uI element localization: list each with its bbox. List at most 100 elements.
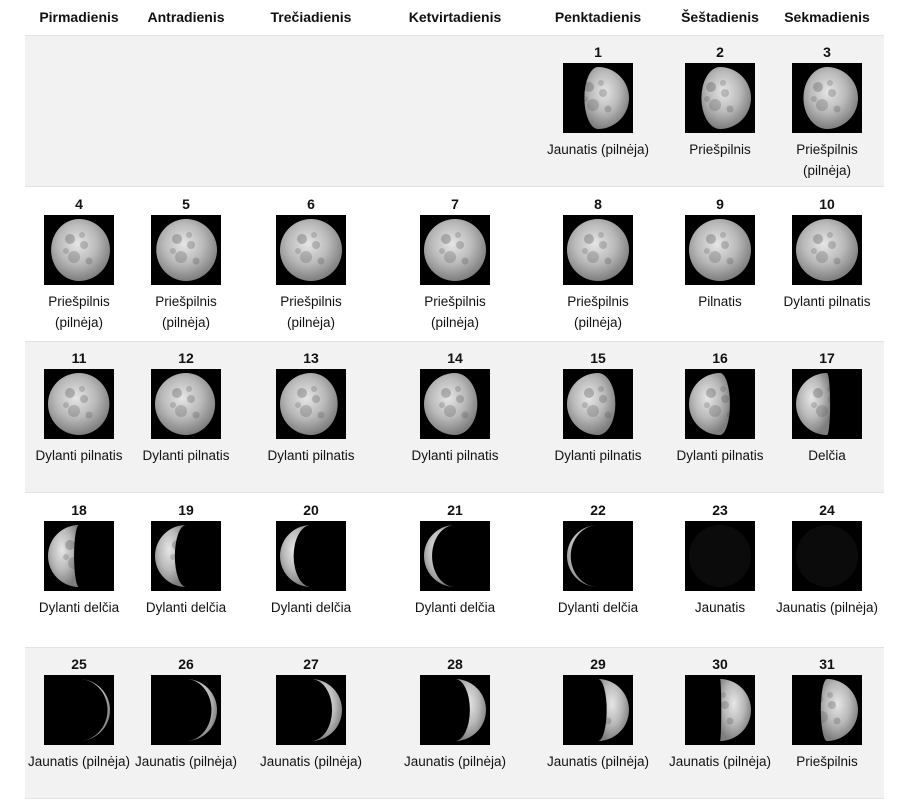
day-cell: 27 Jaunatis (pilnėja) <box>253 648 369 772</box>
day-cell: 2 Priešpilnis <box>662 36 778 160</box>
day-cell: 6 Priešpilnis (pilnėja) <box>253 188 369 333</box>
week-row: 18 Dylanti delčia 19 Dylanti delčia 20 Dylant… <box>25 494 884 646</box>
moon-phase-icon <box>792 521 862 591</box>
phase-label: Dylanti delčia <box>145 600 227 615</box>
phase-label: Dylanti pilnatis <box>676 448 764 463</box>
day-number: 28 <box>447 656 463 672</box>
day-number: 15 <box>590 350 606 366</box>
day-number: 18 <box>71 502 87 518</box>
moon-phase-icon <box>276 675 346 745</box>
day-cell: 24 Jaunatis (pilnėja) <box>769 494 885 618</box>
day-number: 20 <box>303 502 319 518</box>
phase-label: Jaunatis (pilnėja) <box>546 754 650 769</box>
phase-label: Priešpilnis (pilnėja) <box>280 294 342 330</box>
phase-label: Jaunatis (pilnėja) <box>546 142 650 157</box>
moon-phase-icon <box>563 521 633 591</box>
day-cell: 5 Priešpilnis (pilnėja) <box>128 188 244 333</box>
moon-phase-icon <box>792 63 862 133</box>
moon-phase-icon <box>420 521 490 591</box>
phase-label: Dylanti pilnatis <box>554 448 642 463</box>
week-row: 11 Dylanti pilnatis 12 Dylanti pilnatis 13 Dy… <box>25 341 884 493</box>
week-row: 4 Priešpilnis (pilnėja) 5 Priešpilnis (piln… <box>25 188 884 340</box>
day-cell: 25 Jaunatis (pilnėja) <box>21 648 137 772</box>
day-number: 10 <box>819 196 835 212</box>
moon-phase-icon <box>420 215 490 285</box>
moon-phase-icon <box>792 675 862 745</box>
day-cell: 26 Jaunatis (pilnėja) <box>128 648 244 772</box>
phase-label: Jaunatis (pilnėja) <box>27 754 131 769</box>
phase-label: Pilnatis <box>698 294 742 309</box>
moon-phase-icon <box>563 215 633 285</box>
day-cell: 9 Pilnatis <box>662 188 778 312</box>
moon-phase-icon <box>685 63 755 133</box>
weekday-header: Pirmadienis <box>39 9 119 25</box>
day-number: 19 <box>178 502 194 518</box>
day-cell: 3 Priešpilnis (pilnėja) <box>769 36 885 181</box>
day-cell: 19 Dylanti delčia <box>128 494 244 618</box>
moon-phase-icon <box>151 369 221 439</box>
phase-label: Jaunatis (pilnėja) <box>668 754 772 769</box>
day-number: 22 <box>590 502 606 518</box>
moon-phase-icon <box>420 369 490 439</box>
day-number: 3 <box>823 44 831 60</box>
moon-phase-icon <box>151 215 221 285</box>
weekday-header: Trečiadienis <box>270 9 352 25</box>
moon-phase-icon <box>685 521 755 591</box>
day-number: 24 <box>819 502 835 518</box>
day-cell: 4 Priešpilnis (pilnėja) <box>21 188 137 333</box>
day-number: 9 <box>716 196 724 212</box>
day-cell: 28 Jaunatis (pilnėja) <box>397 648 513 772</box>
day-cell: 14 Dylanti pilnatis <box>397 342 513 466</box>
moon-phase-icon <box>792 369 862 439</box>
day-cell: 30 Jaunatis (pilnėja) <box>662 648 778 772</box>
day-cell: 8 Priešpilnis (pilnėja) <box>540 188 656 333</box>
moon-phase-icon <box>792 215 862 285</box>
phase-label: Priešpilnis (pilnėja) <box>48 294 110 330</box>
moon-phase-icon <box>563 63 633 133</box>
phase-label: Priešpilnis (pilnėja) <box>155 294 217 330</box>
day-number: 30 <box>712 656 728 672</box>
weekday-header: Sekmadienis <box>784 9 870 25</box>
moon-phase-icon <box>276 369 346 439</box>
day-number: 1 <box>594 44 602 60</box>
day-number: 4 <box>75 196 83 212</box>
phase-label: Dylanti pilnatis <box>411 448 499 463</box>
moon-phase-icon <box>44 369 114 439</box>
day-cell: 7 Priešpilnis (pilnėja) <box>397 188 513 333</box>
phase-label: Jaunatis <box>694 600 746 615</box>
day-number: 23 <box>712 502 728 518</box>
day-cell: 20 Dylanti delčia <box>253 494 369 618</box>
moon-phase-icon <box>685 215 755 285</box>
phase-label: Priešpilnis (pilnėja) <box>796 142 858 178</box>
day-cell: 16 Dylanti pilnatis <box>662 342 778 466</box>
day-number: 29 <box>590 656 606 672</box>
day-cell: 12 Dylanti pilnatis <box>128 342 244 466</box>
day-number: 16 <box>712 350 728 366</box>
phase-label: Dylanti pilnatis <box>783 294 871 309</box>
phase-label: Jaunatis (pilnėja) <box>403 754 507 769</box>
day-cell: 22 Dylanti delčia <box>540 494 656 618</box>
phase-label: Dylanti pilnatis <box>142 448 230 463</box>
phase-label: Dylanti delčia <box>38 600 120 615</box>
moon-phase-icon <box>151 675 221 745</box>
day-cell: 11 Dylanti pilnatis <box>21 342 137 466</box>
phase-label: Priešpilnis <box>689 142 751 157</box>
phase-label: Dylanti delčia <box>557 600 639 615</box>
day-number: 31 <box>819 656 835 672</box>
weekday-header: Ketvirtadienis <box>408 9 502 25</box>
weekday-header: Šeštadienis <box>681 9 759 25</box>
moon-phase-icon <box>44 521 114 591</box>
day-cell: 18 Dylanti delčia <box>21 494 137 618</box>
moon-phase-icon <box>151 521 221 591</box>
phase-label: Priešpilnis (pilnėja) <box>424 294 486 330</box>
day-cell: 31 Priešpilnis <box>769 648 885 772</box>
day-cell: 13 Dylanti pilnatis <box>253 342 369 466</box>
day-cell: 15 Dylanti pilnatis <box>540 342 656 466</box>
moon-phase-icon <box>276 521 346 591</box>
day-cell: 1 Jaunatis (pilnėja) <box>540 36 656 160</box>
day-number: 6 <box>307 196 315 212</box>
week-row: 25 Jaunatis (pilnėja) 26 Jaunatis (pilnėja)… <box>25 647 884 799</box>
day-cell: 29 Jaunatis (pilnėja) <box>540 648 656 772</box>
day-cell: 23 Jaunatis <box>662 494 778 618</box>
day-cell: 10 Dylanti pilnatis <box>769 188 885 312</box>
